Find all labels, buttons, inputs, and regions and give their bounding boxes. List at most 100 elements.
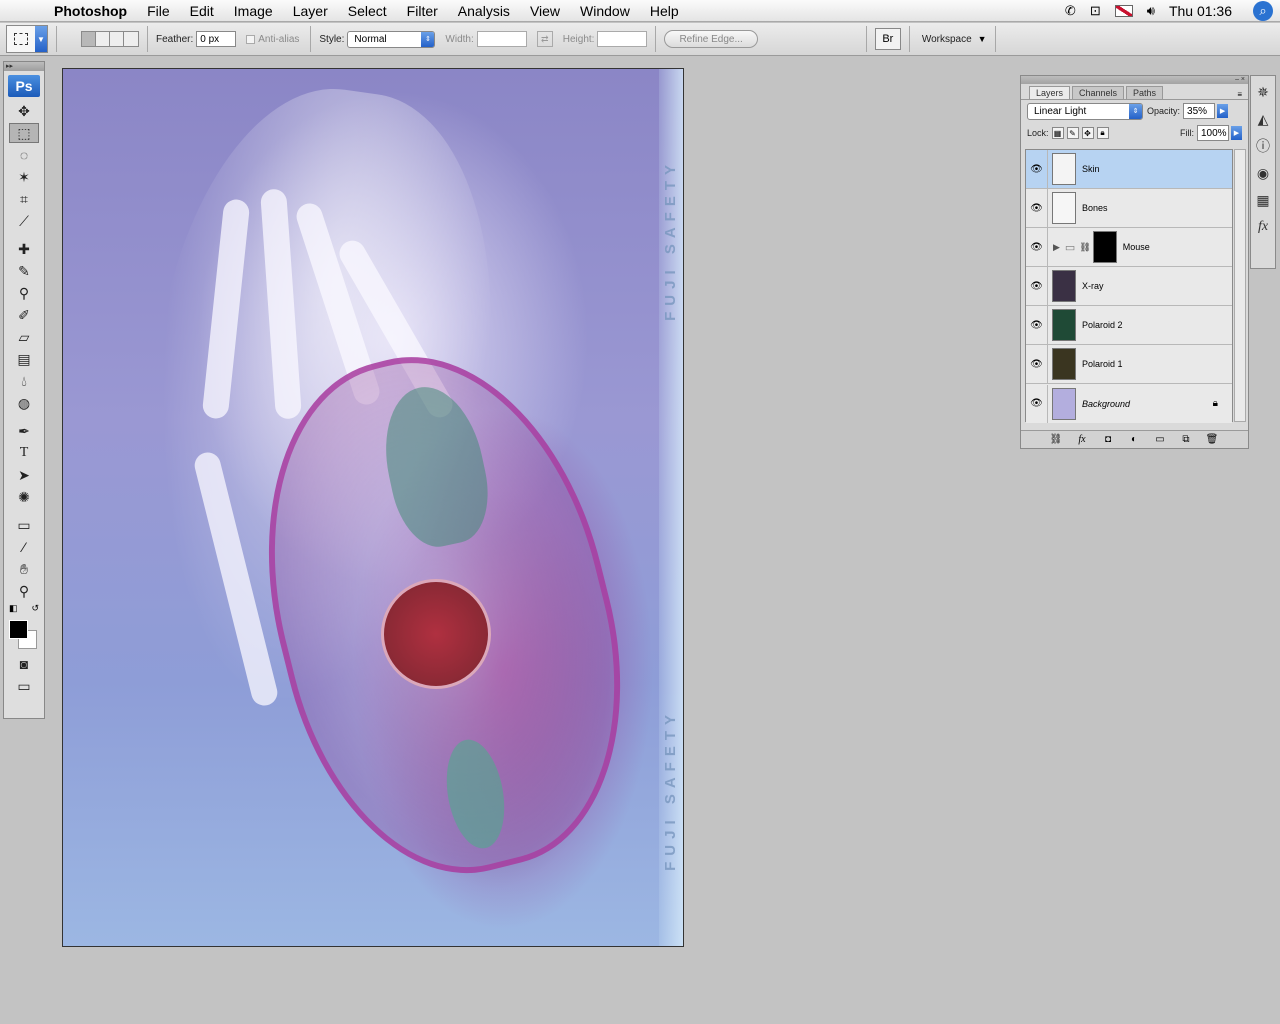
layer-mask-thumbnail[interactable]	[1092, 231, 1117, 263]
screen-mode-icon[interactable]: ▭	[9, 676, 39, 696]
menu-image[interactable]: Image	[234, 3, 273, 19]
feather-input[interactable]: 0 px	[196, 31, 237, 47]
magic-wand-tool-icon[interactable]: ✶	[9, 167, 39, 187]
eye-icon[interactable]: 👁︎	[1026, 228, 1048, 266]
navigator-icon[interactable]: ✵	[1252, 81, 1274, 103]
panel-collapse-handle[interactable]: ▸▸	[4, 62, 44, 71]
antialias-checkbox[interactable]	[246, 34, 256, 44]
eye-icon[interactable]: 👁︎	[1026, 384, 1048, 423]
eraser-tool-icon[interactable]: ▱	[9, 327, 39, 347]
tab-channels[interactable]: Channels	[1072, 86, 1125, 99]
ps-logo[interactable]: Ps	[8, 75, 40, 97]
app-menu[interactable]: Photoshop	[54, 3, 127, 19]
document-canvas[interactable]: FUJI SAFETY FUJI SAFETY	[62, 68, 684, 947]
gradient-tool-icon[interactable]: ▤	[9, 349, 39, 369]
layer-list-scrollbar[interactable]	[1234, 149, 1246, 422]
layer-style-icon[interactable]: fx	[1069, 434, 1095, 445]
width-input[interactable]	[476, 31, 527, 47]
eye-icon[interactable]: 👁︎	[1026, 345, 1048, 383]
new-layer-icon[interactable]: ⧉	[1173, 434, 1199, 445]
eye-icon[interactable]: 👁︎	[1026, 267, 1048, 305]
lock-pixels-icon[interactable]: ✎	[1066, 127, 1079, 139]
healing-brush-tool-icon[interactable]: ✚	[9, 239, 39, 259]
menu-view[interactable]: View	[530, 3, 560, 19]
sync-icon[interactable]: ⊡	[1090, 3, 1101, 19]
menu-file[interactable]: File	[147, 3, 170, 19]
adjustment-layer-icon[interactable]: ◐	[1121, 434, 1147, 445]
zoom-tool-icon[interactable]: ⚲	[9, 581, 39, 601]
opacity-slider-arrow-icon[interactable]: ▶	[1217, 104, 1229, 118]
menu-filter[interactable]: Filter	[407, 3, 438, 19]
menubar-clock[interactable]: Thu 01:36	[1169, 3, 1232, 19]
tool-preset-picker[interactable]: ▼	[6, 25, 48, 53]
styles-icon[interactable]: fx	[1252, 216, 1274, 238]
path-selection-tool-icon[interactable]: ➤	[9, 465, 39, 485]
palette-titlebar[interactable]: – ×	[1021, 76, 1248, 84]
menu-analysis[interactable]: Analysis	[458, 3, 510, 19]
clone-stamp-tool-icon[interactable]: ⚲	[9, 283, 39, 303]
style-dropdown[interactable]: Normal ⇕	[347, 30, 436, 48]
intersect-selection-icon[interactable]	[124, 32, 138, 46]
eye-icon[interactable]: 👁︎	[1026, 189, 1048, 227]
tab-paths[interactable]: Paths	[1126, 86, 1164, 99]
layer-row-mouse[interactable]: 👁︎ ▶ ▭ ⛓ Mouse	[1026, 228, 1232, 267]
chevron-down-icon[interactable]: ▼	[978, 34, 987, 44]
layer-row-polaroid-1[interactable]: 👁︎ Polaroid 1	[1026, 345, 1232, 384]
lock-transparency-icon[interactable]: ▦	[1051, 127, 1064, 139]
layer-row-polaroid-2[interactable]: 👁︎ Polaroid 2	[1026, 306, 1232, 345]
new-selection-icon[interactable]	[82, 32, 96, 46]
lock-position-icon[interactable]: ✥	[1081, 127, 1094, 139]
add-mask-icon[interactable]: ◘	[1095, 434, 1121, 445]
subtract-selection-icon[interactable]	[110, 32, 124, 46]
eye-icon[interactable]: 👁︎	[1026, 306, 1048, 344]
palette-menu-icon[interactable]: ≡	[1237, 90, 1242, 99]
lasso-tool-icon[interactable]: ◌	[9, 145, 39, 165]
new-group-icon[interactable]: ▭	[1147, 434, 1173, 445]
color-icon[interactable]: ◉	[1252, 162, 1274, 184]
fill-slider-arrow-icon[interactable]: ▶	[1231, 126, 1242, 140]
layer-row-xray[interactable]: 👁︎ X-ray	[1026, 267, 1232, 306]
swatches-icon[interactable]: ▦	[1252, 189, 1274, 211]
trash-icon[interactable]: 🗑︎	[1199, 434, 1225, 445]
swap-colors-icon[interactable]: ↺	[31, 603, 39, 614]
blur-tool-icon[interactable]: 💧︎	[9, 371, 39, 391]
quick-mask-icon[interactable]: ◙	[9, 654, 39, 674]
hand-tool-icon[interactable]: ✋︎	[9, 559, 39, 579]
opacity-input[interactable]: 35%	[1183, 103, 1216, 119]
add-selection-icon[interactable]	[96, 32, 110, 46]
crop-tool-icon[interactable]: ⌗	[9, 189, 39, 209]
selection-mode-group[interactable]	[81, 31, 139, 47]
phone-icon[interactable]: ✆	[1065, 3, 1076, 19]
custom-shape-tool-icon[interactable]: ✺	[9, 487, 39, 507]
blend-mode-dropdown[interactable]: Linear Light ⇕	[1027, 102, 1143, 120]
layer-row-background[interactable]: 👁︎ Background 🔒︎	[1026, 384, 1232, 423]
menu-help[interactable]: Help	[650, 3, 679, 19]
layer-row-skin[interactable]: 👁︎ Skin	[1026, 150, 1232, 189]
menu-window[interactable]: Window	[580, 3, 630, 19]
rectangular-marquee-tool-icon[interactable]: ⬚	[9, 123, 39, 143]
tab-layers[interactable]: Layers	[1029, 86, 1071, 99]
notes-tool-icon[interactable]: ▭	[9, 515, 39, 535]
menu-select[interactable]: Select	[348, 3, 387, 19]
move-tool-icon[interactable]: ✥	[9, 101, 39, 121]
menu-layer[interactable]: Layer	[293, 3, 328, 19]
fill-input[interactable]: 100%	[1197, 125, 1229, 141]
input-flag-icon[interactable]	[1114, 5, 1133, 17]
histogram-icon[interactable]: ◭	[1252, 108, 1274, 130]
menu-edit[interactable]: Edit	[190, 3, 214, 19]
link-layers-icon[interactable]: ⛓	[1043, 434, 1069, 445]
history-brush-tool-icon[interactable]: ✐	[9, 305, 39, 325]
type-tool-icon[interactable]: T	[9, 443, 39, 463]
layer-row-bones[interactable]: 👁︎ Bones	[1026, 189, 1232, 228]
workspace-menu[interactable]: Workspace	[922, 34, 972, 45]
swap-dimensions-icon[interactable]: ⇄	[536, 31, 553, 47]
lock-all-icon[interactable]: 🔒︎	[1096, 127, 1109, 139]
dodge-tool-icon[interactable]: ◍	[9, 393, 39, 413]
eyedropper-tool-icon[interactable]: ⁄	[9, 537, 39, 557]
volume-icon[interactable]: 🔊︎	[1147, 3, 1155, 19]
expand-triangle-icon[interactable]: ▶	[1053, 242, 1060, 253]
foreground-color-swatch[interactable]	[9, 620, 28, 639]
bridge-icon[interactable]: Br	[874, 28, 901, 50]
info-icon[interactable]: ⓘ	[1252, 135, 1274, 157]
spotlight-search-icon[interactable]: ⌕	[1253, 1, 1273, 21]
